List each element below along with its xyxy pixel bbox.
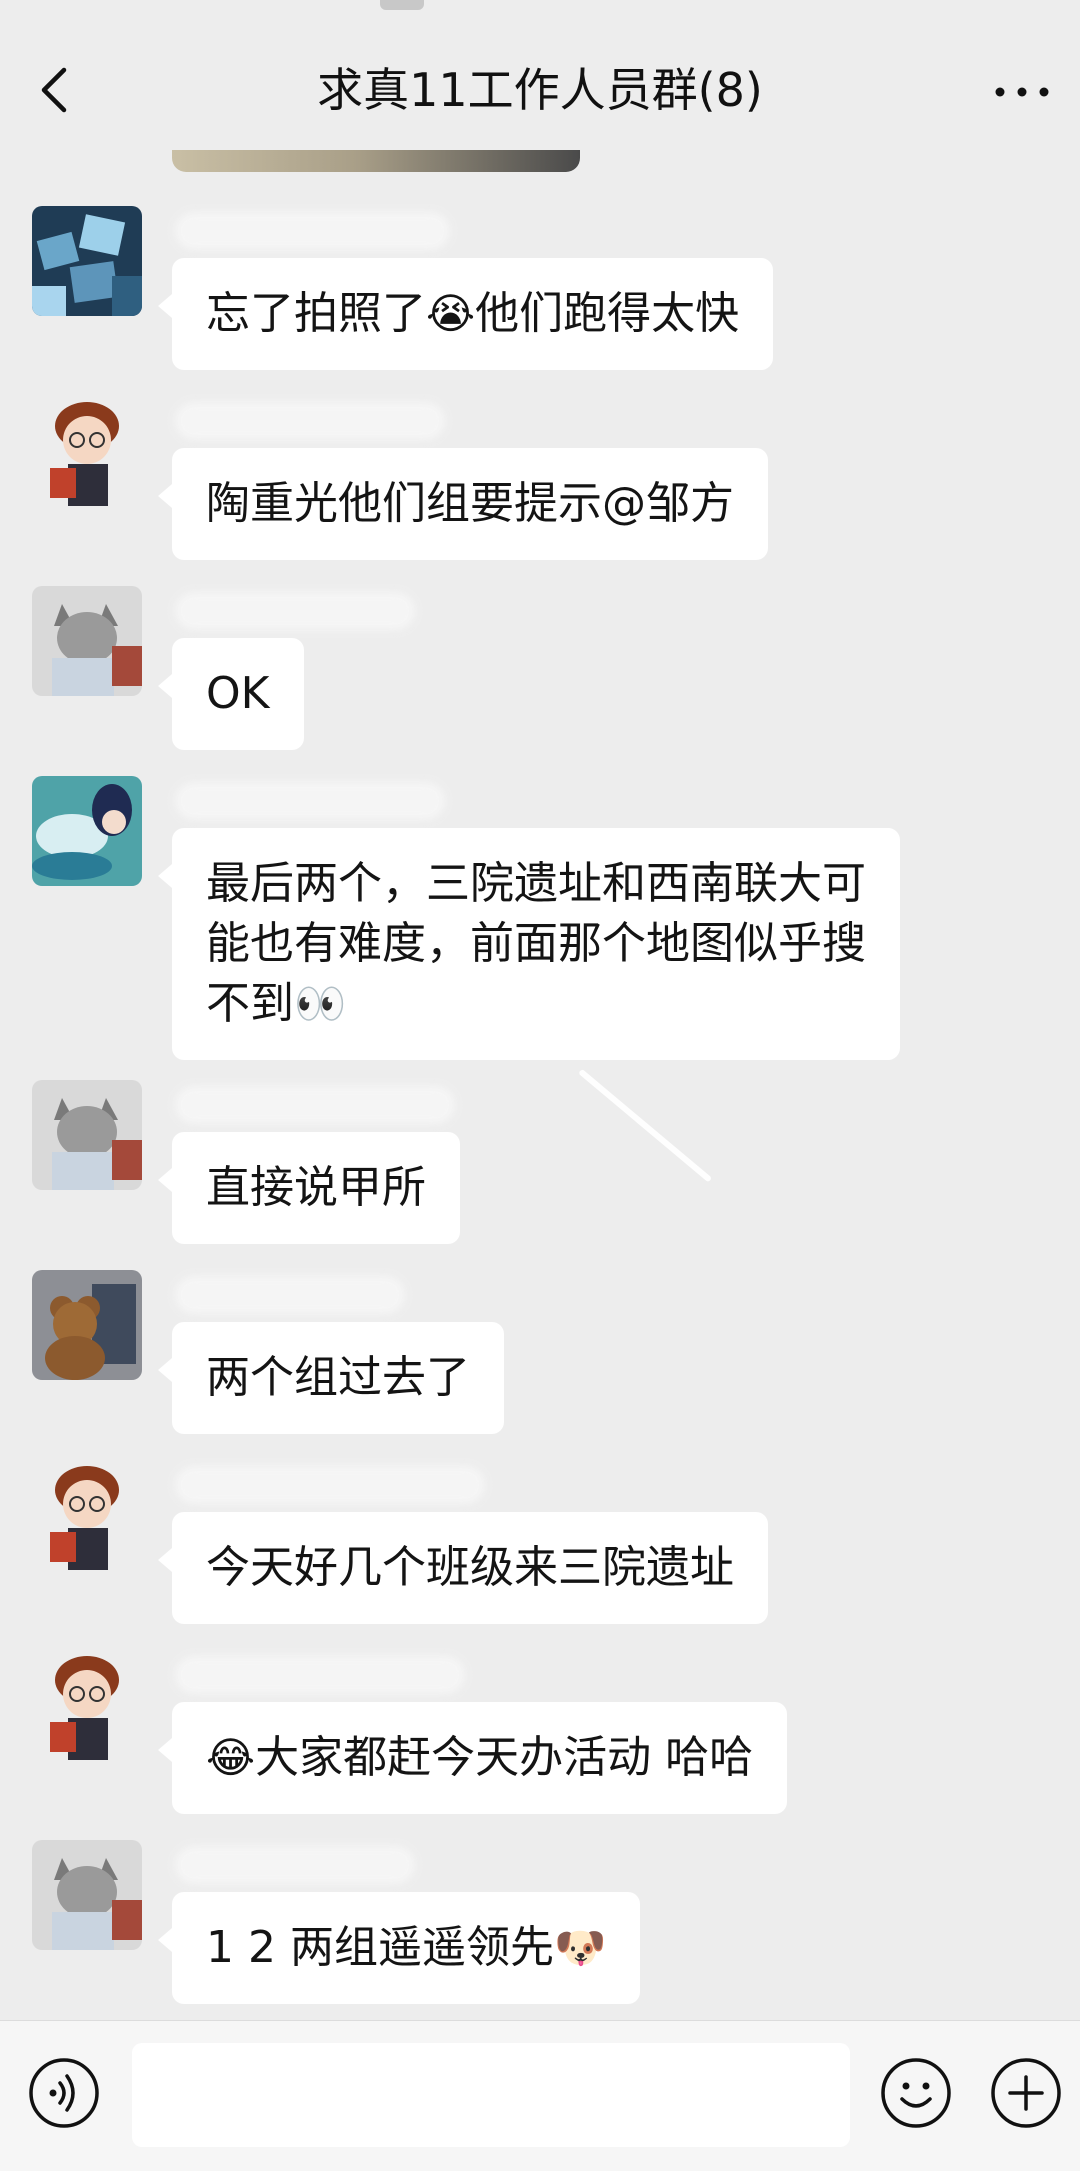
chat-title: 求真11工作人员群(8) xyxy=(317,63,763,117)
smiley-icon[interactable] xyxy=(878,2055,954,2131)
avatar[interactable] xyxy=(32,1080,142,1190)
sender-name-redacted xyxy=(175,1846,415,1884)
message-bubble[interactable]: 最后两个，三院遗址和西南联大可 能也有难度，前面那个地图似乎搜 不到👀 xyxy=(158,828,900,1060)
avatar[interactable] xyxy=(32,1840,142,1950)
message-bubble[interactable]: OK xyxy=(158,638,304,750)
status-indicator xyxy=(380,0,424,10)
more-dots-icon[interactable] xyxy=(990,74,1054,110)
avatar[interactable] xyxy=(32,1650,142,1760)
message-list[interactable]: 忘了拍照了😭他们跑得太快 陶重光他们组要提示@邹方 OK 最后两个，三院遗址和西… xyxy=(0,150,1080,2020)
avatar[interactable] xyxy=(32,396,142,506)
message-bubble[interactable]: 陶重光他们组要提示@邹方 xyxy=(158,448,768,560)
message-bubble[interactable]: 忘了拍照了😭他们跑得太快 xyxy=(157,258,774,370)
laughing-tears-emoji: 😂 xyxy=(206,1733,256,1782)
message-bubble[interactable]: 直接说甲所 xyxy=(158,1132,460,1244)
message-input[interactable] xyxy=(132,2043,850,2147)
avatar[interactable] xyxy=(32,586,142,696)
status-bar xyxy=(0,0,1080,18)
chat-header: 求真11工作人员群(8) xyxy=(0,18,1080,158)
eyes-emoji: 👀 xyxy=(294,979,347,1028)
avatar[interactable] xyxy=(32,206,142,316)
message-bubble[interactable]: 😂大家都赶今天办活动 哈哈 xyxy=(157,1702,788,1814)
image-message-fragment[interactable] xyxy=(172,150,580,172)
voice-icon[interactable] xyxy=(26,2055,102,2131)
message-bubble[interactable]: 两个组过去了 xyxy=(158,1322,504,1434)
doge-emoji: 🐶 xyxy=(553,1923,607,1972)
sender-name-redacted xyxy=(175,592,415,630)
sender-name-redacted xyxy=(175,782,445,820)
avatar[interactable] xyxy=(32,1460,142,1570)
message-bubble[interactable]: 今天好几个班级来三院遗址 xyxy=(158,1512,768,1624)
sender-name-redacted xyxy=(175,402,445,440)
avatar[interactable] xyxy=(32,1270,142,1380)
message-bubble[interactable]: 1 2 两组遥遥领先🐶 xyxy=(157,1892,641,2004)
sender-name-redacted xyxy=(175,1086,455,1124)
plus-icon[interactable] xyxy=(988,2055,1064,2131)
input-bar xyxy=(0,2020,1080,2171)
sender-name-redacted xyxy=(175,1276,405,1314)
sender-name-redacted xyxy=(175,1656,465,1694)
crying-face-emoji: 😭 xyxy=(426,289,476,338)
avatar[interactable] xyxy=(32,776,142,886)
sender-name-redacted xyxy=(175,212,450,250)
sender-name-redacted xyxy=(175,1466,485,1504)
screen-scratch-mark xyxy=(578,1068,713,1183)
